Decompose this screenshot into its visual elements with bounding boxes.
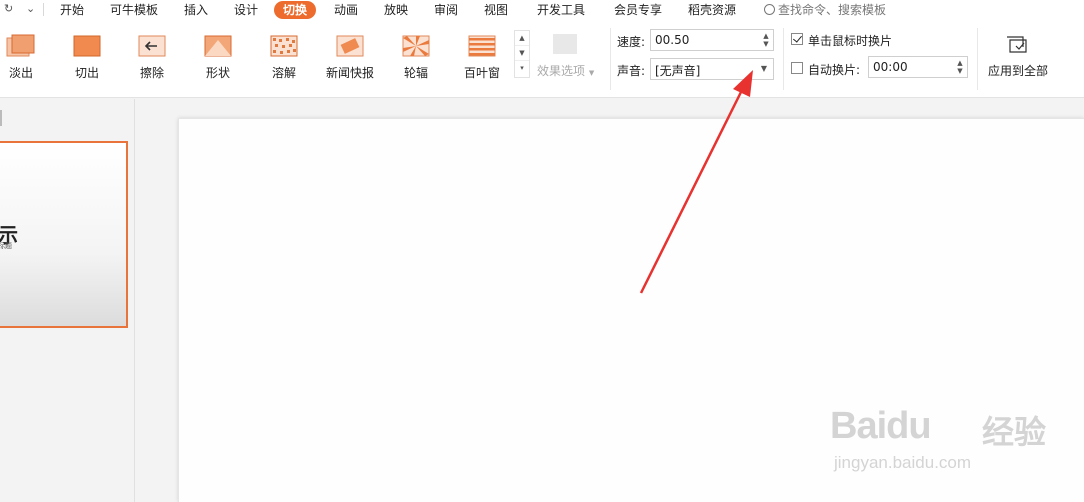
tab-review[interactable]: 审阅 [434,1,458,19]
tab-developer[interactable]: 开发工具 [537,1,585,19]
quick-access-dropdown-icon[interactable]: ⌄ [26,2,35,15]
scroll-up-icon[interactable]: ▲ [515,31,529,46]
watermark-url: jingyan.baidu.com [834,453,972,472]
divider [783,28,784,90]
apply-to-all-button[interactable]: 应用到全部 [984,32,1054,82]
effect-cut[interactable]: 切出 [62,30,112,80]
slide-thumbnail-1[interactable]: 示 标题 [0,141,128,328]
increment-icon[interactable]: ▲ [956,59,964,67]
effect-blinds[interactable]: 百叶窗 [457,30,507,80]
divider [610,28,611,90]
apply-all-icon [1007,36,1027,53]
watermark-brand-cn: 经验 [982,413,1047,451]
tab-start[interactable]: 开始 [60,1,84,19]
watermark-brand: Baidu [830,405,932,447]
newsflash-effect-icon [336,35,364,57]
tab-view[interactable]: 视图 [484,1,508,19]
tab-docer-resources[interactable]: 稻壳资源 [688,1,736,19]
sound-label: 声音: [617,64,646,78]
slides-panel: 示 标题 [0,99,135,502]
search-icon [764,4,775,15]
panel-marker [0,110,2,126]
tab-slideshow[interactable]: 放映 [384,1,408,19]
tab-insert[interactable]: 插入 [184,1,208,19]
cut-effect-icon [73,35,101,57]
auto-advance-checkbox[interactable] [791,62,803,74]
effect-shape[interactable]: 形状 [193,30,243,80]
effect-dissolve[interactable]: 溶解 [259,30,309,80]
effect-label: 新闻快报 [325,66,374,80]
effect-fade[interactable]: 淡出 [0,30,46,80]
shape-effect-icon [204,35,232,57]
search-label: 查找命令、搜索模板 [778,3,887,17]
menu-separator [43,3,44,16]
effect-label: 擦除 [139,66,164,80]
effect-wheel[interactable]: 轮辐 [391,30,441,80]
command-search[interactable]: 查找命令、搜索模板 [764,1,886,19]
tab-keniu-templates[interactable]: 可牛模板 [110,1,158,19]
baidu-watermark: Baidu 经验 jingyan.baidu.com [830,405,1046,475]
blinds-effect-icon [468,35,496,57]
wipe-effect-icon [138,35,166,57]
chevron-down-icon: ▼ [588,69,595,77]
dissolve-effect-icon [270,35,298,57]
effect-label: 轮辐 [403,66,428,80]
auto-advance-time: 00:00 [873,60,908,74]
tab-design[interactable]: 设计 [234,1,258,19]
wheel-effect-icon [402,35,430,57]
fade-effect-icon [6,34,35,57]
auto-advance-label: 自动换片: [808,63,861,77]
thumbnail-subtitle: 标题 [0,242,12,250]
scroll-down-icon[interactable]: ▼ [515,46,529,61]
speed-value: 00.50 [655,33,690,47]
speed-label: 速度: [617,35,646,49]
sound-value: [无声音] [655,64,701,78]
auto-advance-time-stepper[interactable]: 00:00 ▲ ▼ [868,56,968,78]
divider [977,28,978,90]
effect-options-label: 效果选项 [537,64,586,78]
effect-wipe[interactable]: 擦除 [127,30,177,80]
effect-newsflash[interactable]: 新闻快报 [325,30,375,80]
ribbon: 淡出 切出 擦除 形状 溶解 新闻快报 轮辐 百叶窗 ▲ ▼ ▾ 效果选项 ▼ … [0,20,1084,98]
effect-label: 切出 [74,66,99,80]
chevron-down-icon: ▼ [760,64,767,73]
on-click-checkbox[interactable] [791,33,803,45]
redo-icon[interactable]: ↻ [4,2,13,15]
gallery-expand-icon[interactable]: ▾ [515,61,529,76]
decrement-icon[interactable]: ▼ [762,40,770,48]
increment-icon[interactable]: ▲ [762,32,770,40]
decrement-icon[interactable]: ▼ [956,67,964,75]
apply-to-all-label: 应用到全部 [988,64,1049,78]
tab-member[interactable]: 会员专享 [614,1,662,19]
tab-animation[interactable]: 动画 [334,1,358,19]
on-click-label: 单击鼠标时换片 [808,34,893,48]
tab-transitions[interactable]: 切换 [274,1,317,19]
effect-options-icon [553,34,577,54]
effect-label: 百叶窗 [463,66,500,80]
effect-label: 溶解 [271,66,296,80]
effect-options-button[interactable]: 效果选项 ▼ [537,32,597,82]
effect-label: 淡出 [8,66,33,80]
effects-gallery-scroller[interactable]: ▲ ▼ ▾ [514,30,530,78]
menu-bar: ↻ ⌄ 开始 可牛模板 插入 设计 切换 动画 放映 审阅 视图 开发工具 会员… [0,0,1084,20]
sound-select[interactable]: [无声音] ▼ [650,58,774,80]
effect-label: 形状 [205,66,230,80]
speed-stepper[interactable]: 00.50 ▲ ▼ [650,29,774,51]
